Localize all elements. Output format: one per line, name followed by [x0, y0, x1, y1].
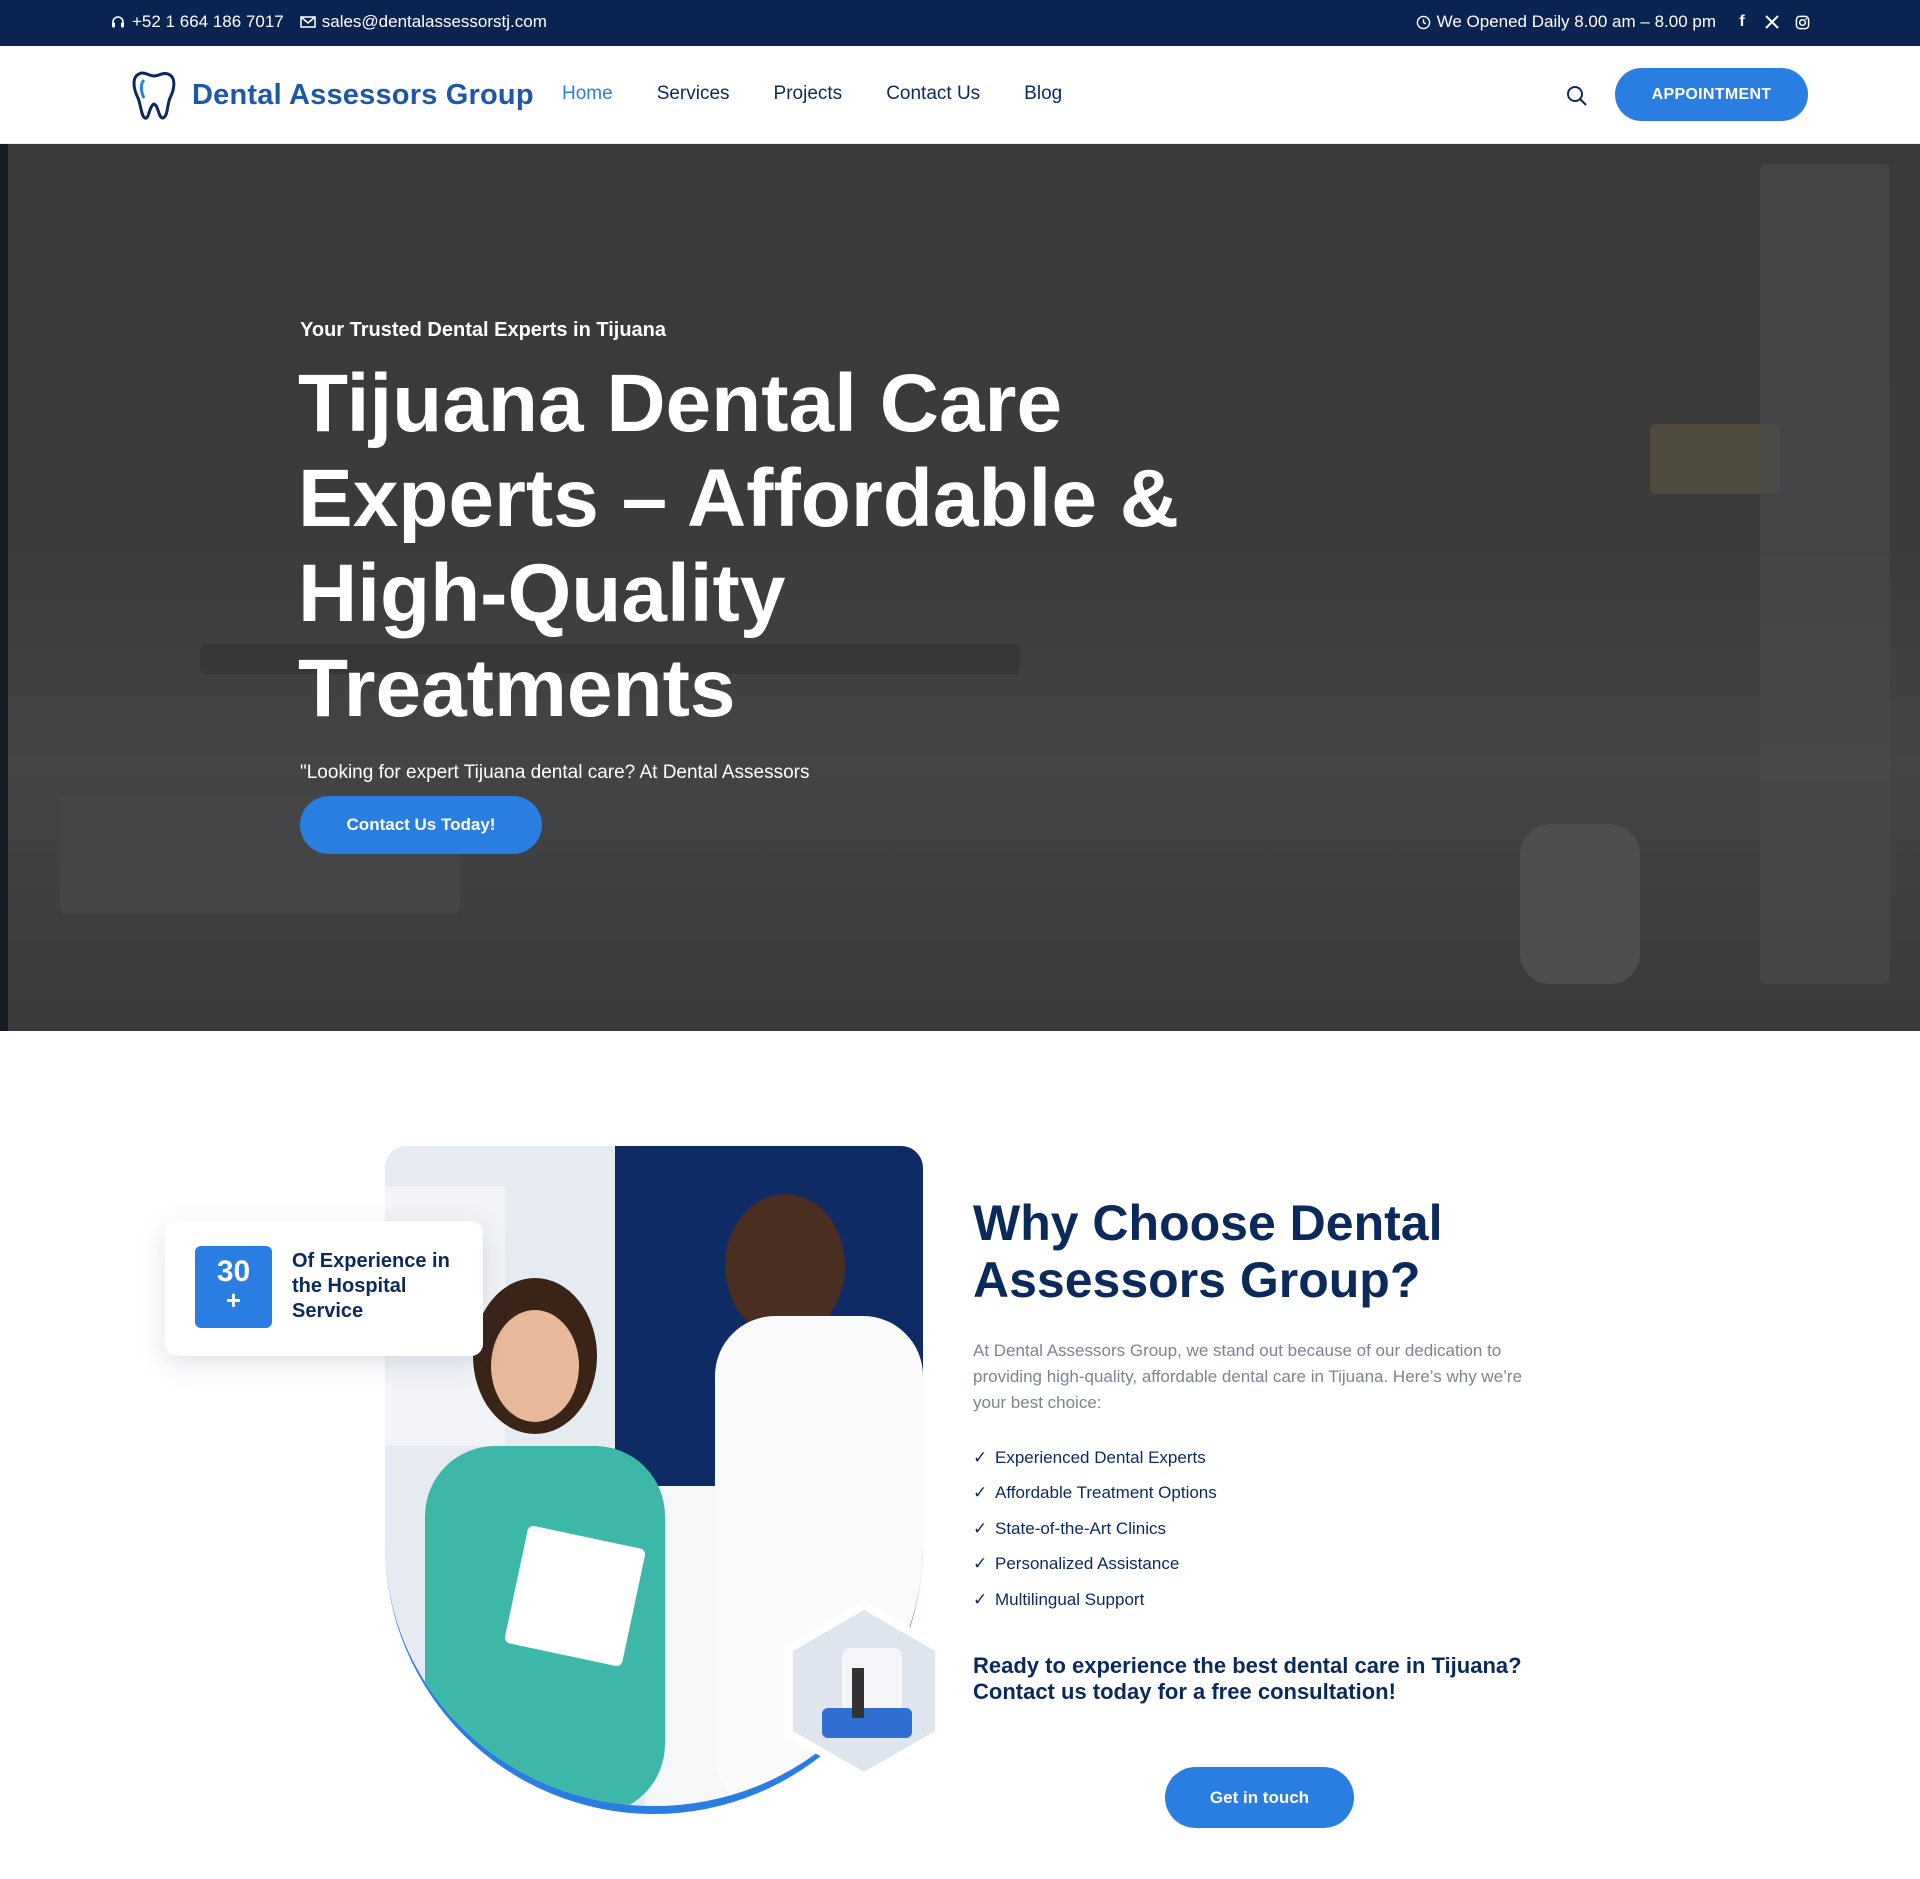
facebook-icon[interactable]: f	[1734, 13, 1750, 30]
experience-number: 30	[216, 1255, 251, 1288]
nav-contact-us[interactable]: Contact Us	[886, 83, 980, 105]
feature-label: Multilingual Support	[995, 1589, 1145, 1609]
site-logo[interactable]: Dental Assessors Group	[130, 68, 534, 122]
consultation-callout: Ready to experience the best dental care…	[973, 1653, 1522, 1704]
nav-home[interactable]: Home	[562, 83, 613, 105]
top-info-bar: +52 1 664 186 7017 sales@dentalassessors…	[0, 0, 1920, 46]
experience-card: 30 + Of Experience in the Hospital Servi…	[165, 1221, 483, 1356]
nav-blog[interactable]: Blog	[1024, 83, 1062, 105]
feature-list: ✓ Experienced Dental Experts ✓ Affordable …	[973, 1440, 1217, 1618]
check-icon: ✓	[973, 1554, 988, 1574]
contact-us-today-button[interactable]: Contact Us Today!	[300, 796, 542, 854]
phone-number: +52 1 664 186 7017	[132, 12, 284, 31]
experience-plus: +	[225, 1285, 242, 1315]
phone-link[interactable]: +52 1 664 186 7017	[110, 12, 284, 32]
email-address: sales@dentalassessorstj.com	[321, 12, 547, 31]
hero-edge	[0, 144, 8, 1031]
x-icon[interactable]	[1764, 14, 1780, 30]
tooth-logo-icon	[132, 71, 176, 120]
hero-eyebrow: Your Trusted Dental Experts in Tijuana	[300, 319, 667, 341]
bg-shape	[1520, 824, 1640, 984]
hours-and-social: We Opened Daily 8.00 am – 8.00 pm f	[1416, 12, 1810, 32]
opening-hours: We Opened Daily 8.00 am – 8.00 pm	[1416, 12, 1716, 32]
clock-icon	[1416, 15, 1430, 29]
nav-services[interactable]: Services	[657, 83, 730, 105]
feature-label: Experienced Dental Experts	[995, 1447, 1206, 1467]
check-icon: ✓	[973, 1447, 988, 1467]
main-nav: Home Services Projects Contact Us Blog	[562, 83, 1062, 105]
list-item: ✓ Experienced Dental Experts	[973, 1440, 1217, 1476]
mail-icon	[299, 16, 316, 28]
hero-section: Your Trusted Dental Experts in Tijuana T…	[0, 144, 1920, 1031]
nav-projects[interactable]: Projects	[774, 83, 843, 105]
list-item: ✓ Affordable Treatment Options	[973, 1476, 1217, 1512]
email-link[interactable]: sales@dentalassessorstj.com	[299, 12, 547, 32]
hero-title: Tijuana Dental Care Experts – Affordable…	[298, 358, 1179, 734]
experience-badge: 30 +	[195, 1246, 272, 1328]
list-item: ✓ Multilingual Support	[973, 1582, 1217, 1618]
instagram-icon[interactable]	[1794, 14, 1810, 30]
get-in-touch-button[interactable]: Get in touch	[1165, 1767, 1354, 1828]
check-icon: ✓	[973, 1589, 988, 1609]
social-links: f	[1734, 13, 1810, 30]
list-item: ✓ Personalized Assistance	[973, 1547, 1217, 1583]
feature-label: Personalized Assistance	[995, 1554, 1180, 1574]
contact-info: +52 1 664 186 7017 sales@dentalassessors…	[110, 12, 547, 32]
feature-label: State-of-the-Art Clinics	[995, 1518, 1166, 1538]
feature-label: Affordable Treatment Options	[995, 1483, 1217, 1503]
site-header: Dental Assessors Group Home Services Pro…	[0, 46, 1920, 144]
experience-text: Of Experience in the Hospital Service	[292, 1250, 450, 1322]
check-icon: ✓	[973, 1483, 988, 1503]
logo-text: Dental Assessors Group	[192, 78, 534, 111]
list-item: ✓ State-of-the-Art Clinics	[973, 1511, 1217, 1547]
check-icon: ✓	[973, 1518, 988, 1538]
appointment-button[interactable]: APPOINTMENT	[1615, 68, 1808, 121]
why-body: At Dental Assessors Group, we stand out …	[973, 1341, 1523, 1412]
hours-text: We Opened Daily 8.00 am – 8.00 pm	[1436, 12, 1716, 31]
search-icon[interactable]	[1565, 84, 1589, 108]
lab-hexagon-image	[785, 1601, 943, 1781]
headset-icon	[112, 16, 124, 28]
bg-shape	[1760, 164, 1890, 984]
why-title: Why Choose Dental Assessors Group?	[973, 1195, 1443, 1308]
